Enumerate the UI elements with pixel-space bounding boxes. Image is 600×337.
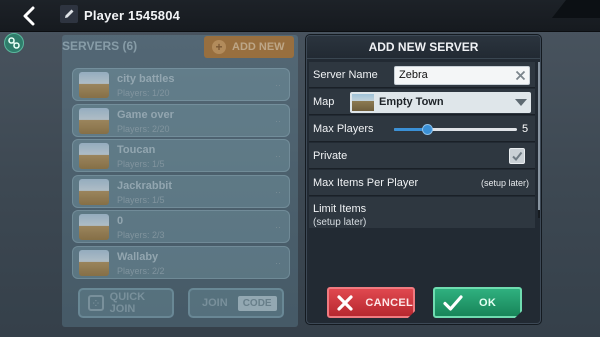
private-label: Private <box>313 150 348 162</box>
server-list-item[interactable]: Jackrabbit Players: 1/5 ·· <box>72 174 290 208</box>
checkmark-icon <box>512 151 523 162</box>
link-icon <box>8 37 20 49</box>
map-selected-value: Empty Town <box>379 96 444 108</box>
limit-items-row[interactable]: Limit Items (setup later) <box>309 197 535 228</box>
more-icon: ·· <box>275 80 281 90</box>
servers-title: SERVERS (6) <box>62 39 138 53</box>
map-dropdown[interactable]: Empty Town <box>350 92 531 113</box>
close-icon <box>335 291 355 315</box>
server-players: Players: 2/3 <box>117 230 165 240</box>
server-list-item[interactable]: 0 Players: 2/3 ·· <box>72 210 290 243</box>
quick-join-label: QUICK JOIN <box>109 291 146 315</box>
server-name-input[interactable]: Zebra <box>394 66 530 85</box>
server-players: Players: 2/2 <box>117 265 165 276</box>
limit-items-label: Limit Items <box>313 203 367 215</box>
ok-label: OK <box>479 296 497 309</box>
ok-button[interactable]: OK <box>433 287 522 318</box>
dialog-title: ADD NEW SERVER <box>307 36 540 59</box>
server-name: 0 <box>117 215 124 227</box>
add-new-label: ADD NEW <box>232 41 285 53</box>
server-name: city battles <box>117 73 175 85</box>
server-list-item[interactable]: Toucan Players: 1/5 ·· <box>72 139 290 172</box>
slider-thumb[interactable] <box>422 124 434 135</box>
code-label: CODE <box>237 295 277 311</box>
settings-scrollbar[interactable] <box>538 62 540 218</box>
cancel-label: CANCEL <box>365 296 413 309</box>
quick-join-button[interactable]: ⁘ QUICK JOIN <box>78 288 174 318</box>
max-players-slider[interactable] <box>394 124 517 135</box>
add-new-server-dialog: ADD NEW SERVER Server Name Zebra Map Emp… <box>306 35 541 324</box>
max-players-label: Max Players <box>313 123 374 135</box>
max-players-value: 5 <box>522 123 529 135</box>
more-icon: ·· <box>275 151 281 161</box>
server-players: Players: 1/5 <box>117 159 165 169</box>
server-name-row: Server Name Zebra <box>309 62 535 88</box>
server-players: Players: 1/5 <box>117 194 165 205</box>
server-name: Game over <box>117 108 174 121</box>
max-items-value: (setup later) <box>480 178 529 188</box>
scrollbar-thumb[interactable] <box>538 62 540 210</box>
map-thumbnail <box>79 178 109 205</box>
back-button[interactable] <box>18 5 40 27</box>
server-list-item[interactable]: Game over Players: 2/20 ·· <box>72 103 290 137</box>
edit-name-button[interactable] <box>60 5 78 23</box>
corner-tab <box>552 0 600 18</box>
map-thumbnail <box>79 249 109 276</box>
close-icon <box>515 70 526 81</box>
server-name: Wallaby <box>117 250 159 263</box>
join-with-code-button[interactable]: JOIN CODE <box>188 288 284 318</box>
more-icon: ·· <box>275 222 281 232</box>
join-label: JOIN <box>202 297 228 309</box>
more-icon: ·· <box>275 186 281 197</box>
server-name-label: Server Name <box>313 69 378 81</box>
back-arrow-icon <box>23 6 35 26</box>
pencil-icon <box>65 9 74 18</box>
map-thumbnail <box>79 214 109 240</box>
more-icon: ·· <box>275 115 281 126</box>
server-list-item[interactable]: Wallaby Players: 2/2 ·· <box>72 245 290 279</box>
map-thumbnail <box>79 143 109 169</box>
server-players: Players: 1/20 <box>117 88 170 98</box>
map-thumbnail <box>79 107 109 134</box>
map-thumbnail <box>352 94 374 111</box>
more-icon: ·· <box>275 257 281 268</box>
server-name: Jackrabbit <box>117 179 173 192</box>
map-thumbnail <box>79 72 109 98</box>
checkmark-icon <box>441 291 465 315</box>
plus-icon: + <box>212 40 226 54</box>
connection-button[interactable] <box>4 33 24 53</box>
top-bar: Player 1545804 <box>0 0 600 32</box>
chevron-down-icon <box>515 99 527 106</box>
private-row: Private <box>309 143 535 169</box>
max-players-row: Max Players 5 <box>309 116 535 142</box>
clear-input-button[interactable] <box>514 69 527 82</box>
server-players: Players: 2/20 <box>117 123 170 134</box>
server-name: Toucan <box>117 144 156 156</box>
servers-panel: SERVERS (6) + ADD NEW city battles Playe… <box>62 35 298 327</box>
max-items-row[interactable]: Max Items Per Player (setup later) <box>309 170 535 196</box>
cancel-button[interactable]: CANCEL <box>327 287 415 318</box>
player-name: Player 1545804 <box>84 8 181 23</box>
map-row: Map Empty Town <box>309 89 535 115</box>
dice-icon: ⁘ <box>88 295 104 311</box>
private-checkbox[interactable] <box>509 148 525 164</box>
max-items-label: Max Items Per Player <box>313 177 419 189</box>
limit-items-value: (setup later) <box>313 217 367 228</box>
server-list-item[interactable]: city battles Players: 1/20 ·· <box>72 68 290 101</box>
settings-list[interactable]: Server Name Zebra Map Empty Town Max Pla… <box>309 62 535 228</box>
add-new-server-button[interactable]: + ADD NEW <box>204 36 294 58</box>
map-label: Map <box>313 96 335 108</box>
server-list: city battles Players: 1/20 ·· Game over … <box>72 68 290 281</box>
